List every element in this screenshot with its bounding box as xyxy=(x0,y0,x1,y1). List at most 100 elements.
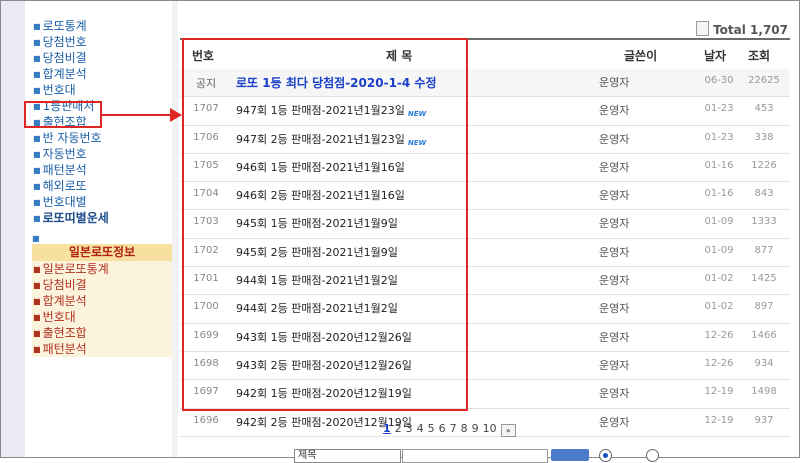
bullet-icon: ■ xyxy=(32,234,40,243)
search-field-select[interactable]: 제목 xyxy=(294,449,401,463)
annotation-highlight-box xyxy=(24,101,102,128)
sidebar-japan-item[interactable]: ■ 패턴분석 xyxy=(32,341,172,357)
bullet-icon: ■ xyxy=(33,22,41,31)
bullet-icon: ■ xyxy=(33,182,41,191)
search-input[interactable] xyxy=(402,449,548,463)
search-button[interactable] xyxy=(551,449,589,461)
annotation-red-box xyxy=(182,38,468,411)
header-views: 조회 xyxy=(748,49,771,63)
sidebar-item[interactable]: ■ 번호대 xyxy=(32,82,172,98)
row-views: 1333 xyxy=(751,216,777,228)
row-date: 01-02 xyxy=(704,273,734,285)
row-writer: 운영자 xyxy=(599,104,630,118)
row-views: 338 xyxy=(754,131,774,143)
sidebar-item[interactable]: ■ 로또통계 xyxy=(32,18,172,34)
row-views: 453 xyxy=(754,103,774,115)
bullet-icon: ■ xyxy=(33,297,41,306)
row-date: 12-19 xyxy=(704,386,734,398)
row-views: 934 xyxy=(754,357,774,369)
row-writer: 운영자 xyxy=(599,330,630,344)
sidebar: ■ 로또통계 ■ 당첨번호 ■ 당첨비결 ■ 합계분석 ■ 번호대 ■ 1등판매처 ■ 출현조합 ■ 반 자동… xyxy=(32,18,172,357)
bullet-icon: ■ xyxy=(33,70,41,79)
sidebar-japan-item[interactable]: ■ 번호대 xyxy=(32,309,172,325)
sidebar-japan-item[interactable]: ■ 합계분석 xyxy=(32,293,172,309)
sidebar-item[interactable]: ■ 당첨비결 xyxy=(32,50,172,66)
total-count: Total 1,707 xyxy=(696,21,788,37)
row-date: 12-19 xyxy=(704,414,734,426)
page-link[interactable]: 5 xyxy=(428,422,435,435)
row-views: 22625 xyxy=(748,75,780,86)
row-date: 01-23 xyxy=(704,131,734,143)
page-link[interactable]: 2 xyxy=(395,422,402,435)
row-date: 01-16 xyxy=(704,159,734,171)
sidebar-japan-header: 일본로또정보 xyxy=(32,244,172,261)
page-link[interactable]: 1 xyxy=(383,422,391,435)
row-views: 937 xyxy=(754,414,774,426)
bullet-icon: ■ xyxy=(33,86,41,95)
sidebar-item[interactable]: ■ 합계분석 xyxy=(32,66,172,82)
search-radio-and[interactable] xyxy=(599,449,612,462)
row-date: 01-09 xyxy=(704,216,734,228)
sidebar-japan-item[interactable]: ■ 일본로또통계 xyxy=(32,261,172,277)
row-writer: 운영자 xyxy=(599,132,630,146)
bullet-icon: ■ xyxy=(33,134,41,143)
row-writer: 운영자 xyxy=(599,274,630,288)
row-date: 01-23 xyxy=(704,103,734,115)
bullet-icon: ■ xyxy=(33,329,41,338)
sidebar-item[interactable]: ■ 패턴분석 xyxy=(32,162,172,178)
row-views: 1226 xyxy=(751,159,777,171)
bullet-icon: ■ xyxy=(33,313,41,322)
sidebar-japan-item[interactable]: ■ 출현조합 xyxy=(32,325,172,341)
row-writer: 운영자 xyxy=(599,302,630,316)
row-writer: 운영자 xyxy=(599,245,630,259)
row-writer: 운영자 xyxy=(599,189,630,203)
sidebar-item[interactable]: ■ 번호대별 xyxy=(32,194,172,210)
header-date: 날자 xyxy=(704,49,727,63)
bullet-icon: ■ xyxy=(33,38,41,47)
row-views: 1425 xyxy=(751,273,777,285)
page-link[interactable]: 8 xyxy=(461,422,468,435)
sidebar-item[interactable]: ■ 당첨번호 xyxy=(32,34,172,50)
row-date: 12-26 xyxy=(704,329,734,341)
row-date: 01-09 xyxy=(704,244,734,256)
row-number: 1696 xyxy=(193,414,219,426)
bullet-icon: ■ xyxy=(33,265,41,274)
annotation-arrow xyxy=(102,114,172,116)
bullet-icon: ■ xyxy=(33,150,41,159)
bullet-icon: ■ xyxy=(33,198,41,207)
row-writer: 운영자 xyxy=(599,76,630,89)
sidebar-japan-item[interactable]: ■ 당첨비결 xyxy=(32,277,172,293)
row-date: 06-30 xyxy=(704,75,734,86)
row-views: 843 xyxy=(754,188,774,200)
sidebar-spacer: ■ xyxy=(32,226,172,243)
sidebar-item[interactable]: ■ 반 자동번호 xyxy=(32,130,172,146)
row-writer: 운영자 xyxy=(599,387,630,401)
sidebar-item[interactable]: ■ 자동번호 xyxy=(32,146,172,162)
sidebar-item[interactable]: ■ 해외로또 xyxy=(32,178,172,194)
row-date: 01-16 xyxy=(704,188,734,200)
page-link[interactable]: 6 xyxy=(439,422,446,435)
bullet-icon: ■ xyxy=(33,345,41,354)
page-link[interactable]: 3 xyxy=(406,422,413,435)
page-link[interactable]: 7 xyxy=(450,422,457,435)
page-link[interactable]: 4 xyxy=(417,422,424,435)
row-views: 877 xyxy=(754,244,774,256)
header-writer: 글쓴이 xyxy=(624,49,658,63)
page-link[interactable]: 9 xyxy=(472,422,479,435)
row-writer: 운영자 xyxy=(599,217,630,231)
row-writer: 운영자 xyxy=(599,415,630,429)
bullet-icon: ■ xyxy=(33,214,41,223)
page-link[interactable]: 10 xyxy=(483,422,497,435)
sidebar-item-fortune[interactable]: ■ 로또띠별운세 xyxy=(32,210,172,226)
left-margin xyxy=(1,1,25,457)
row-date: 01-02 xyxy=(704,301,734,313)
row-writer: 운영자 xyxy=(599,160,630,174)
row-views: 1466 xyxy=(751,329,777,341)
bullet-icon: ■ xyxy=(33,166,41,175)
next-page-icon[interactable]: » xyxy=(500,424,516,437)
document-icon xyxy=(696,21,710,36)
search-radio-or[interactable] xyxy=(646,449,659,462)
row-writer: 운영자 xyxy=(599,358,630,372)
bullet-icon: ■ xyxy=(33,281,41,290)
pagination: 1 2 3 4 5 6 7 8 9 10» xyxy=(383,422,520,437)
